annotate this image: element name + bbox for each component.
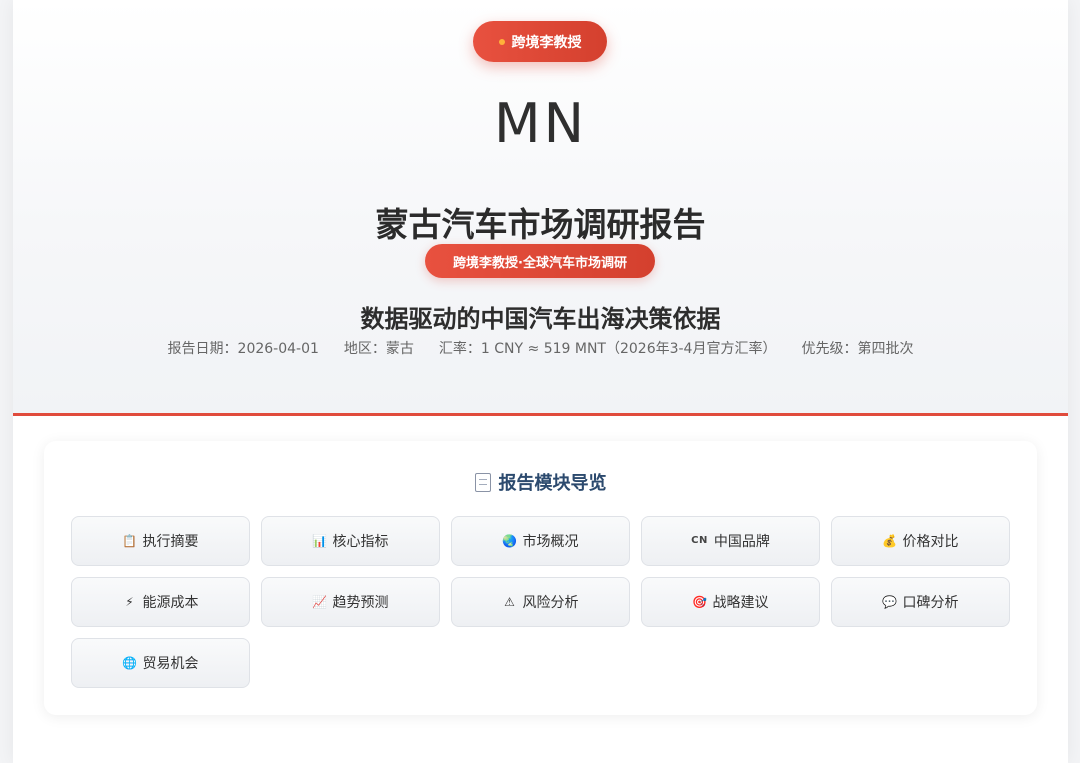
module-nav-button[interactable]: ⚡ 能源成本: [71, 577, 250, 627]
trend-chart-icon: 📈: [312, 595, 327, 609]
module-nav-title-text: 报告模块导览: [498, 473, 607, 494]
hero-header: 跨境李教授 MN 蒙古汽车市场调研报告 跨境李教授·全球汽车市场调研 数据驱动的…: [13, 0, 1068, 416]
clipboard-icon: 📋: [122, 534, 137, 548]
globe-network-icon: 🌐: [122, 656, 137, 670]
module-nav-label: 价格对比: [902, 534, 959, 550]
brand-badge[interactable]: 跨境李教授: [473, 21, 607, 62]
module-nav-button[interactable]: 📋 执行摘要: [71, 516, 250, 566]
exchange-rate: 汇率：1 CNY ≈ 519 MNT（2026年3-4月官方汇率）: [438, 341, 777, 357]
module-nav-label: 核心指标: [332, 534, 389, 550]
warning-icon: ⚠: [504, 595, 515, 609]
report-meta: 报告日期：2026-04-01 地区：蒙古 汇率：1 CNY ≈ 519 MNT…: [13, 338, 1068, 358]
module-nav-label: 贸易机会: [142, 656, 199, 672]
module-nav-title: 报告模块导览: [44, 469, 1037, 495]
module-nav-card: 报告模块导览 📋 执行摘要 📊 核心指标 🌏 市场概况 CN 中国品牌 💰 价格对比 ⚡ 能源成本 📈 趋…: [44, 441, 1037, 715]
module-nav-label: 市场概况: [522, 534, 579, 550]
module-nav-label: 趋势预测: [332, 595, 389, 611]
cn-flag-icon: CN: [691, 535, 708, 546]
target-icon: 🎯: [692, 595, 707, 609]
globe-icon: 🌏: [502, 534, 517, 548]
module-nav-label: 能源成本: [142, 595, 199, 611]
module-nav-button[interactable]: 🎯 战略建议: [641, 577, 820, 627]
module-nav-label: 口碑分析: [902, 595, 959, 611]
module-nav-label: 风险分析: [522, 595, 579, 611]
bar-chart-icon: 📊: [312, 534, 327, 548]
module-nav-button[interactable]: 💰 价格对比: [831, 516, 1010, 566]
money-bag-icon: 💰: [882, 534, 897, 548]
brand-label: 跨境李教授: [511, 34, 582, 51]
country-code: MN: [494, 92, 587, 155]
report-page: 跨境李教授 MN 蒙古汽车市场调研报告 跨境李教授·全球汽车市场调研 数据驱动的…: [13, 0, 1068, 763]
lightning-icon: ⚡: [125, 595, 134, 609]
module-nav-button[interactable]: ⚠ 风险分析: [451, 577, 630, 627]
module-nav-button[interactable]: 📊 核心指标: [261, 516, 440, 566]
module-nav-button[interactable]: 💬 口碑分析: [831, 577, 1010, 627]
subtitle-badge: 跨境李教授·全球汽车市场调研: [425, 244, 655, 278]
tagline: 数据驱动的中国汽车出海决策依据: [360, 305, 721, 333]
module-nav-button[interactable]: 📈 趋势预测: [261, 577, 440, 627]
module-nav-label: 战略建议: [712, 595, 769, 611]
speech-bubble-icon: 💬: [882, 595, 897, 609]
brand-dot-icon: [498, 38, 505, 45]
document-icon: [474, 472, 491, 492]
module-nav-grid: 📋 执行摘要 📊 核心指标 🌏 市场概况 CN 中国品牌 💰 价格对比 ⚡ 能源成本 📈 趋势预测 ⚠ 风险分…: [71, 516, 1011, 688]
report-date: 报告日期：2026-04-01: [167, 341, 319, 357]
module-nav-button[interactable]: CN 中国品牌: [641, 516, 820, 566]
module-nav-button[interactable]: 🌐 贸易机会: [71, 638, 250, 688]
report-region: 地区：蒙古: [343, 341, 414, 357]
module-nav-button[interactable]: 🌏 市场概况: [451, 516, 630, 566]
module-nav-label: 中国品牌: [713, 534, 770, 550]
report-priority: 优先级：第四批次: [801, 341, 914, 357]
page-title: 蒙古汽车市场调研报告: [375, 205, 706, 244]
module-nav-label: 执行摘要: [142, 534, 199, 550]
